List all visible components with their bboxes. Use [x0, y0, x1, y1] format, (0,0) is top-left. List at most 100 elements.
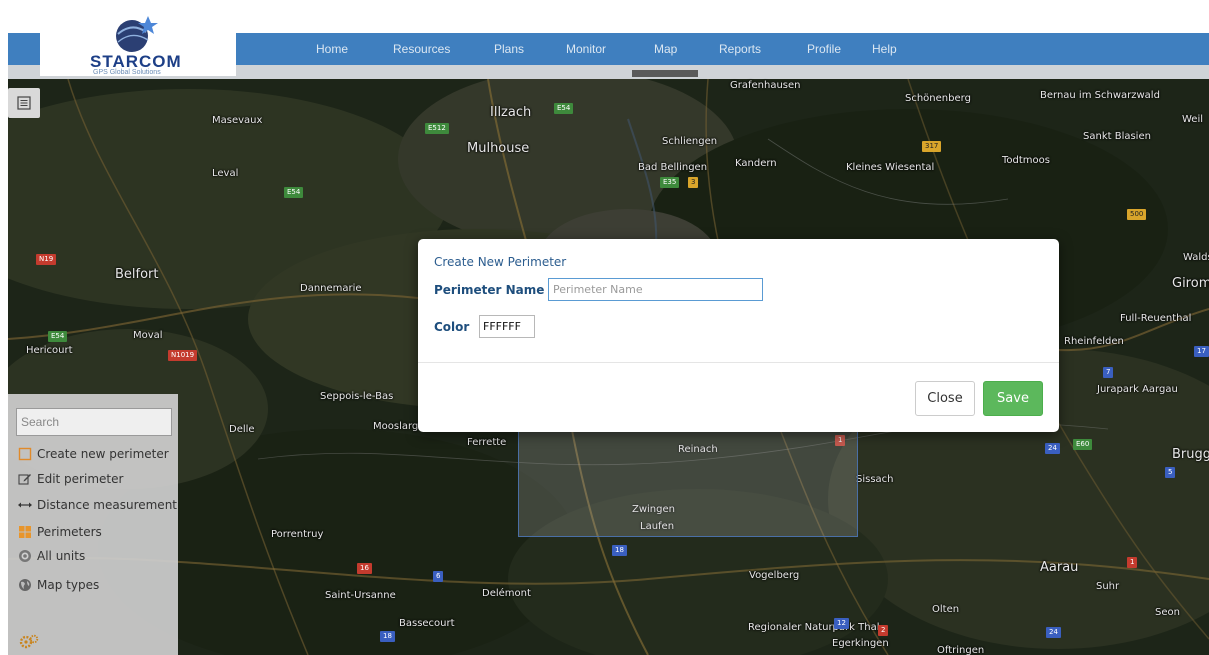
road-shield: 24: [1045, 443, 1060, 454]
gears-icon: [19, 634, 39, 649]
map-place-label: Dannemarie: [300, 283, 362, 294]
map-place-label: Grafenhausen: [730, 80, 801, 91]
tool-perimeters[interactable]: Perimeters: [17, 523, 102, 541]
map-place-label: Rheinfelden: [1064, 336, 1124, 347]
map-place-label: Kandern: [735, 158, 777, 169]
road-shield: 7: [1103, 367, 1114, 378]
map-panel-toggle-button[interactable]: [8, 88, 40, 118]
map-place-label: Delle: [229, 424, 255, 435]
nav-item-monitor[interactable]: Monitor: [566, 33, 606, 65]
map-place-label: Sankt Blasien: [1083, 131, 1151, 142]
map-place-label: Oftringen: [937, 645, 985, 655]
tool-distance-measurement[interactable]: Distance measurement: [17, 496, 177, 514]
map-place-label: Masevaux: [212, 115, 263, 126]
save-button[interactable]: Save: [983, 381, 1043, 416]
nav-item-help[interactable]: Help: [872, 33, 897, 65]
map-place-label: Brugg: [1172, 447, 1209, 462]
arrows-horizontal-icon: [17, 497, 33, 513]
nav-item-reports[interactable]: Reports: [719, 33, 761, 65]
color-input[interactable]: [479, 315, 535, 338]
tool-create-new-perimeter[interactable]: Create new perimeter: [17, 445, 169, 463]
map-place-label: Kleines Wiesental: [846, 162, 935, 173]
settings-button[interactable]: [16, 631, 42, 653]
road-shield: 12: [834, 618, 849, 629]
map-place-label: Schönenberg: [905, 93, 971, 104]
target-icon: [17, 548, 33, 564]
map-place-label: Bassecourt: [399, 618, 455, 629]
road-shield: 17: [1194, 346, 1209, 357]
globe-icon: [17, 577, 33, 593]
nav-item-home[interactable]: Home: [316, 33, 348, 65]
map-place-label: Leval: [212, 168, 239, 179]
tool-map-types[interactable]: Map types: [17, 576, 99, 594]
map-place-label: Illzach: [490, 105, 532, 120]
map-place-label: Suhr: [1096, 581, 1120, 592]
nav-item-profile[interactable]: Profile: [807, 33, 841, 65]
map-place-label: Schliengen: [662, 136, 718, 147]
road-shield: 317: [922, 141, 942, 152]
map-place-label: Seppois-le-Bas: [320, 391, 394, 402]
map-place-label: Full-Reuenthal: [1120, 313, 1192, 324]
tool-edit-perimeter[interactable]: Edit perimeter: [17, 470, 123, 488]
tool-label: Create new perimeter: [37, 447, 169, 461]
tool-label: All units: [37, 549, 86, 563]
map-place-label: Seon: [1155, 607, 1180, 618]
road-shield: N19: [36, 254, 57, 265]
map-place-label: Bad Bellingen: [638, 162, 708, 173]
map-place-label: Aarau: [1040, 560, 1079, 575]
app-window: Home Resources Plans Monitor Map Reports…: [0, 0, 1209, 655]
nav-item-resources[interactable]: Resources: [393, 33, 450, 65]
map-place-label: Delémont: [482, 588, 531, 599]
dialog-title: Create New Perimeter: [434, 255, 567, 269]
map-place-label: Egerkingen: [832, 638, 889, 649]
map-place-label: Ferrette: [467, 437, 507, 448]
map-place-label: Giromagny: [1172, 276, 1209, 291]
map-place-label: Regionaler Naturpark Thal: [748, 622, 880, 633]
road-shield: 6: [433, 571, 444, 582]
map-place-label: Olten: [932, 604, 960, 615]
road-shield: E35: [660, 177, 680, 188]
road-shield: E512: [425, 123, 449, 134]
map-place-label: Hericourt: [26, 345, 73, 356]
map-place-label: Sissach: [856, 474, 894, 485]
road-shield: 16: [357, 563, 372, 574]
color-label: Color: [434, 320, 470, 334]
perimeter-name-input[interactable]: [548, 278, 763, 301]
nav-item-map[interactable]: Map: [654, 33, 677, 65]
road-shield: 1: [1127, 557, 1138, 568]
square-outline-icon: [17, 446, 33, 462]
tools-search-input[interactable]: [16, 408, 172, 436]
grid-icon: [17, 524, 33, 540]
road-shield: 18: [380, 631, 395, 642]
tool-all-units[interactable]: All units: [17, 547, 85, 565]
map-place-label: Porrentruy: [271, 529, 324, 540]
map-place-label: Jurapark Aargau: [1097, 384, 1178, 395]
road-shield: 18: [612, 545, 627, 556]
close-button[interactable]: Close: [915, 381, 975, 416]
dialog-divider: [418, 362, 1059, 363]
tool-label: Distance measurement: [37, 498, 178, 512]
create-perimeter-dialog: Create New Perimeter Perimeter Name Colo…: [418, 239, 1059, 432]
map-tools-panel: Create new perimeter Edit perimeter Dist…: [8, 394, 178, 655]
perimeter-name-label: Perimeter Name: [434, 283, 545, 297]
active-nav-indicator: [632, 70, 698, 77]
tool-label: Map types: [37, 578, 100, 592]
road-shield: E60: [1073, 439, 1093, 450]
road-shield: 2: [878, 625, 889, 636]
road-shield: 500: [1127, 209, 1147, 220]
map-place-label: Moval: [133, 330, 163, 341]
tool-label: Perimeters: [37, 525, 102, 539]
brand-tagline: GPS Global Solutions: [93, 69, 161, 76]
road-shield: 24: [1046, 627, 1061, 638]
map-place-label: Saint-Ursanne: [325, 590, 396, 601]
logo-globe-icon: [116, 16, 158, 52]
nav-item-plans[interactable]: Plans: [494, 33, 524, 65]
map-place-label: Vogelberg: [749, 570, 800, 581]
road-shield: E54: [48, 331, 68, 342]
map-place-label: Belfort: [115, 267, 159, 282]
road-shield: N1019: [168, 350, 198, 361]
map-place-label: Weil: [1182, 114, 1204, 125]
perimeter-shape[interactable]: [518, 430, 858, 537]
map-place-label: Bernau im Schwarzwald: [1040, 90, 1160, 101]
map-place-label: Todtmoos: [1002, 155, 1050, 166]
